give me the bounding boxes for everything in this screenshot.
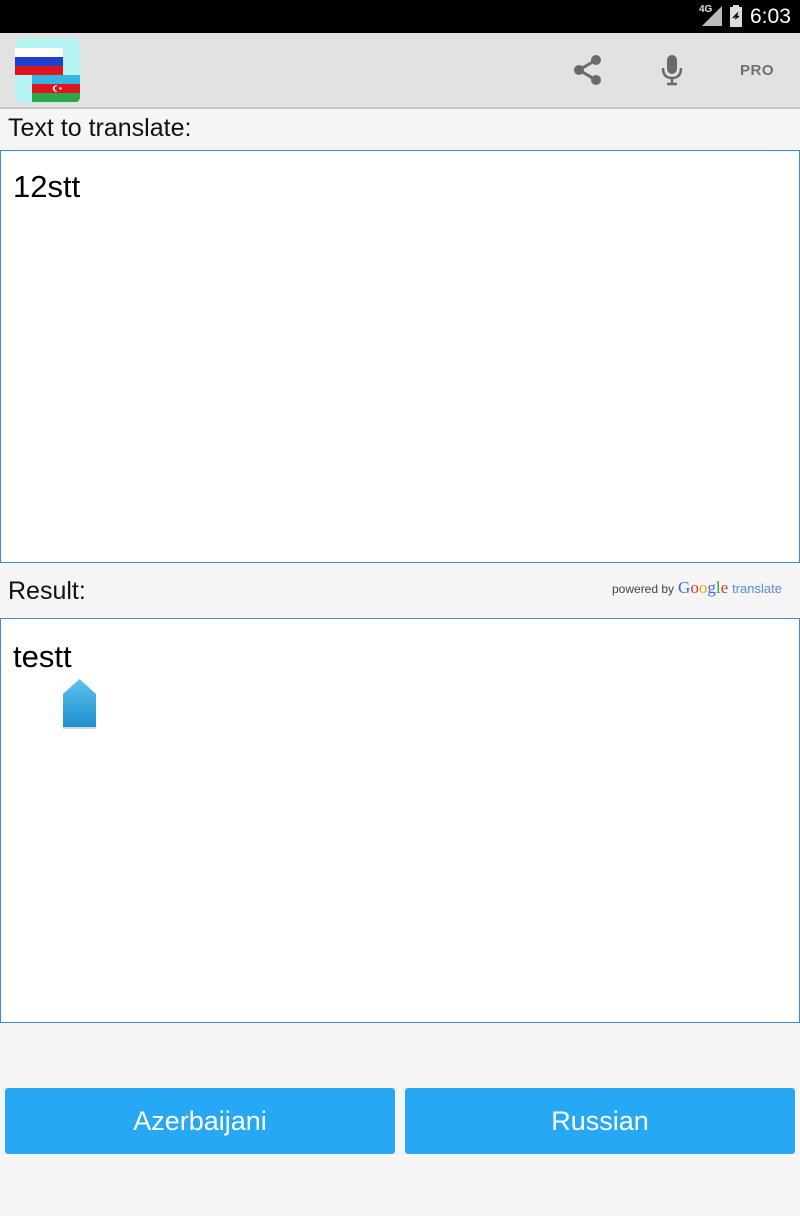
pro-label: PRO <box>739 61 774 79</box>
russian-azerbaijani-flags-icon[interactable] <box>15 38 80 103</box>
signal-icon <box>702 6 722 26</box>
powered-by-google-translate: powered by Google translate <box>612 578 782 598</box>
share-icon <box>574 55 601 85</box>
text-cursor-handle-icon[interactable] <box>62 678 97 730</box>
powered-by-text: powered by <box>612 582 675 596</box>
clock: 6:03 <box>750 5 791 28</box>
translate-word: translate <box>732 581 782 596</box>
status-bar: 4G 6:03 <box>0 0 800 33</box>
target-language-button[interactable]: Russian <box>405 1088 795 1154</box>
action-bar: PRO <box>0 33 800 109</box>
result-text-value: testt <box>13 639 72 674</box>
battery-icon <box>730 5 742 27</box>
source-language-button[interactable]: Azerbaijani <box>5 1088 395 1154</box>
source-text-value: 12stt <box>13 169 81 204</box>
result-label: Result: <box>8 577 86 605</box>
microphone-button[interactable] <box>646 33 698 107</box>
pro-button[interactable]: PRO <box>727 33 787 107</box>
google-logo: Google <box>678 578 729 597</box>
microphone-icon <box>661 55 683 86</box>
source-text-field[interactable]: 12stt <box>0 150 800 563</box>
result-text-field[interactable]: testt <box>0 618 800 1023</box>
share-button[interactable] <box>560 33 616 107</box>
input-label: Text to translate: <box>8 114 192 142</box>
